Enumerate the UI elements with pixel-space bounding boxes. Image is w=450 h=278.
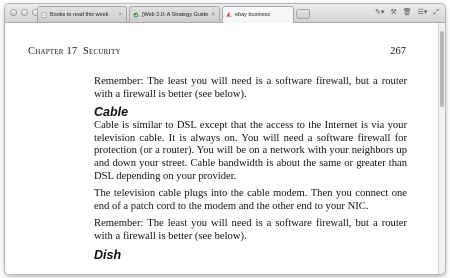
tab-close-icon[interactable]: ×	[115, 12, 122, 18]
paragraph: Cable is similar to DSL except that the …	[94, 120, 407, 182]
page-number: 267	[390, 46, 406, 57]
chapter-label: Chapter 17	[28, 46, 78, 57]
toolbar-tools: ✎▾ ⚒ 🗑︎ ☰▾ ⤢	[375, 7, 439, 19]
pencil-icon[interactable]: ✎▾	[375, 7, 384, 19]
tab-bar: Books to read this week × [Web 2.0: A St…	[5, 4, 445, 23]
window-controls	[10, 9, 39, 16]
scrollbar-thumb[interactable]	[440, 31, 444, 107]
pdf-icon	[226, 12, 232, 18]
fullscreen-icon[interactable]: ⤢	[433, 7, 439, 19]
document-body: Remember: The least you will need is a s…	[94, 76, 407, 263]
pdf-page: Chapter 17 Security 267 Remember: The le…	[5, 23, 438, 274]
tab-label: ebay business	[235, 12, 271, 18]
section-heading-dish: Dish	[94, 247, 122, 262]
web-page-icon	[133, 12, 139, 17]
tab-web-strategy-guide[interactable]: [Web 2.0: A Strategy Guide ×	[129, 6, 220, 22]
tab-label: [Web 2.0: A Strategy Guide	[142, 11, 209, 18]
paragraph: Remember: The least you will need is a s…	[94, 76, 407, 100]
tab-label: Books to read this week	[50, 11, 109, 18]
paragraph: Remember: The least you will need is a s…	[94, 218, 407, 242]
tools-icon[interactable]: ⚒	[390, 7, 396, 19]
tab-ebay-business[interactable]: ebay business	[222, 6, 294, 23]
new-tab-button[interactable]	[296, 9, 310, 19]
minimize-window-button[interactable]	[21, 9, 28, 16]
tab-books-to-read[interactable]: Books to read this week ×	[37, 6, 127, 22]
trash-icon[interactable]: 🗑︎	[403, 7, 412, 19]
list-menu-icon[interactable]: ☰▾	[418, 7, 428, 19]
close-window-button[interactable]	[10, 9, 17, 16]
tab-close-icon[interactable]: ×	[208, 12, 215, 18]
browser-window: Books to read this week × [Web 2.0: A St…	[5, 4, 445, 274]
vertical-scrollbar[interactable]	[438, 23, 445, 274]
bookmark-icon	[41, 11, 47, 18]
paragraph: The television cable plugs into the cabl…	[94, 188, 407, 212]
section-heading-cable: Cable	[94, 105, 129, 120]
running-head: Chapter 17 Security 267	[28, 46, 406, 58]
section-label: Security	[83, 46, 121, 57]
chapter-heading: Chapter 17 Security	[28, 46, 121, 58]
